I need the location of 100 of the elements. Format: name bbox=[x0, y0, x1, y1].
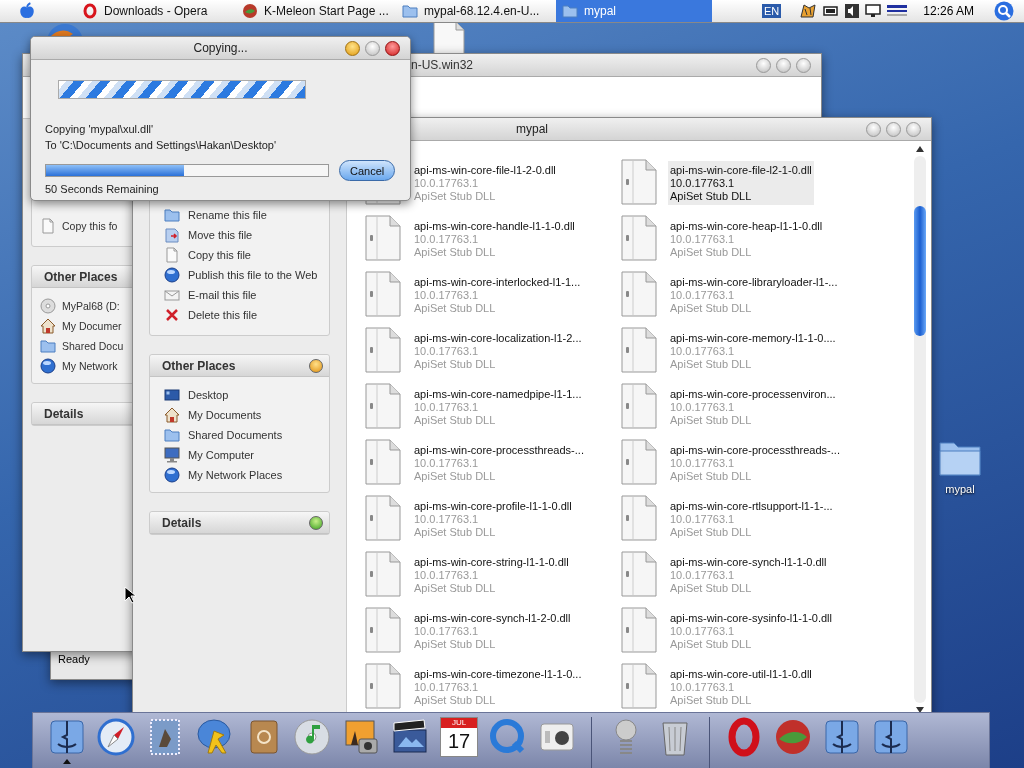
file-icon[interactable] bbox=[365, 271, 401, 317]
folder-icon bbox=[40, 338, 56, 354]
task-link[interactable]: Copy this file bbox=[188, 249, 251, 261]
panel-heading: Details bbox=[162, 515, 202, 530]
speaker-icon[interactable] bbox=[845, 4, 860, 18]
close-button[interactable] bbox=[385, 41, 400, 56]
file-icon[interactable] bbox=[365, 327, 401, 373]
file-label[interactable]: api-ms-win-core-processthreads-... 10.0.17763.1 ApiSet Stub DLL bbox=[412, 441, 586, 485]
file-icon[interactable] bbox=[365, 215, 401, 261]
file-label[interactable]: api-ms-win-core-processenviron... 10.0.17763.1 ApiSet Stub DLL bbox=[668, 385, 838, 429]
file-label[interactable]: api-ms-win-core-file-l1-2-0.dll 10.0.17763.1 ApiSet Stub DLL bbox=[412, 161, 558, 205]
file-label[interactable]: api-ms-win-core-processthreads-... 10.0.17763.1 ApiSet Stub DLL bbox=[668, 441, 842, 485]
file-label[interactable]: api-ms-win-core-profile-l1-1-0.dll 10.0.17763.1 ApiSet Stub DLL bbox=[412, 497, 574, 541]
file-label[interactable]: api-ms-win-core-interlocked-l1-1... 10.0.17763.1 ApiSet Stub DLL bbox=[412, 273, 583, 317]
file-icon[interactable] bbox=[365, 607, 401, 653]
file-label[interactable]: api-ms-win-core-handle-l1-1-0.dll 10.0.17763.1 ApiSet Stub DLL bbox=[412, 217, 577, 261]
task-link[interactable]: E-mail this file bbox=[188, 289, 257, 301]
ball-icon[interactable] bbox=[773, 717, 813, 757]
task-link[interactable]: Move this file bbox=[188, 229, 253, 241]
music-disc-icon[interactable] bbox=[292, 717, 332, 757]
file-icon[interactable] bbox=[621, 327, 657, 373]
file-icon[interactable] bbox=[432, 22, 466, 54]
globe-icon bbox=[40, 358, 56, 374]
expand-button[interactable] bbox=[309, 515, 323, 530]
panel-heading: Other Places bbox=[162, 358, 236, 373]
place-link[interactable]: My Network bbox=[62, 360, 118, 372]
face-icon[interactable] bbox=[47, 717, 87, 757]
zoom-button[interactable] bbox=[365, 41, 380, 56]
face-icon[interactable] bbox=[871, 717, 911, 757]
minimize-button[interactable] bbox=[866, 122, 881, 137]
monitor-icon[interactable] bbox=[865, 4, 882, 18]
file-icon[interactable] bbox=[365, 495, 401, 541]
file-icon[interactable] bbox=[621, 215, 657, 261]
cancel-button[interactable]: Cancel bbox=[339, 160, 395, 181]
file-icon[interactable] bbox=[365, 663, 401, 709]
file-label[interactable]: api-ms-win-core-localization-l1-2... 10.0.17763.1 ApiSet Stub DLL bbox=[412, 329, 584, 373]
source-text: Copying 'mypal\xul.dll' bbox=[45, 122, 155, 137]
calendar-icon[interactable]: JUL 17 bbox=[440, 717, 478, 757]
taskbar-button[interactable]: K-Meleon Start Page ... bbox=[236, 0, 392, 22]
zoom-button[interactable] bbox=[776, 58, 791, 73]
place-link[interactable]: My Documer bbox=[62, 320, 122, 332]
file-icon[interactable] bbox=[621, 439, 657, 485]
compass-icon[interactable] bbox=[96, 717, 136, 757]
place-link[interactable]: MyPal68 (D: bbox=[62, 300, 120, 312]
file-label[interactable]: api-ms-win-core-string-l1-1-0.dll 10.0.17763.1 ApiSet Stub DLL bbox=[412, 553, 571, 597]
file-label[interactable]: api-ms-win-core-synch-l1-1-0.dll 10.0.17763.1 ApiSet Stub DLL bbox=[668, 553, 829, 597]
minimize-button[interactable] bbox=[345, 41, 360, 56]
taskbar-button[interactable]: mypal-68.12.4.en-U... bbox=[396, 0, 552, 22]
file-label[interactable]: api-ms-win-core-synch-l1-2-0.dll 10.0.17763.1 ApiSet Stub DLL bbox=[412, 609, 573, 653]
task-link[interactable]: Rename this file bbox=[188, 209, 267, 221]
desktop-icon bbox=[164, 387, 180, 403]
file-icon[interactable] bbox=[365, 551, 401, 597]
scrollbar[interactable] bbox=[912, 145, 928, 714]
file-label[interactable]: api-ms-win-core-namedpipe-l1-1... 10.0.17763.1 ApiSet Stub DLL bbox=[412, 385, 584, 429]
file-label[interactable]: api-ms-win-core-memory-l1-1-0.... 10.0.17763.1 ApiSet Stub DLL bbox=[668, 329, 838, 373]
file-label[interactable]: api-ms-win-core-heap-l1-1-0.dll 10.0.17763.1 ApiSet Stub DLL bbox=[668, 217, 825, 261]
file-icon[interactable] bbox=[365, 383, 401, 429]
zoom-button[interactable] bbox=[886, 122, 901, 137]
file-label[interactable]: api-ms-win-core-timezone-l1-1-0... 10.0.17763.1 ApiSet Stub DLL bbox=[412, 665, 584, 709]
place-link[interactable]: Desktop bbox=[188, 389, 229, 401]
file-icon[interactable] bbox=[621, 159, 657, 205]
minimize-button[interactable] bbox=[756, 58, 771, 73]
file-icon[interactable] bbox=[621, 607, 657, 653]
icon-label[interactable]: mypal bbox=[945, 483, 975, 495]
taskbar-button[interactable]: mypal bbox=[556, 0, 712, 22]
search-icon[interactable] bbox=[994, 1, 1014, 21]
file-icon[interactable] bbox=[365, 439, 401, 485]
place-link[interactable]: My Documents bbox=[188, 409, 262, 421]
file-icon[interactable] bbox=[621, 383, 657, 429]
place-link[interactable]: Shared Docu bbox=[62, 340, 124, 352]
place-link[interactable]: My Network Places bbox=[188, 469, 283, 481]
chat-bubble-icon[interactable] bbox=[194, 717, 234, 757]
taskbar-button[interactable]: Downloads - Opera bbox=[76, 0, 232, 22]
file-label[interactable]: api-ms-win-core-file-l2-1-0.dll 10.0.17763.1 ApiSet Stub DLL bbox=[668, 161, 814, 205]
file-label[interactable]: api-ms-win-core-libraryloader-l1-... 10.0.17763.1 ApiSet Stub DLL bbox=[668, 273, 840, 317]
collapse-button[interactable] bbox=[309, 358, 323, 373]
file-icon[interactable] bbox=[621, 495, 657, 541]
tiger-icon[interactable] bbox=[799, 3, 818, 19]
language-indicator[interactable]: EN bbox=[762, 4, 782, 18]
file-icon[interactable] bbox=[621, 551, 657, 597]
file-label[interactable]: api-ms-win-core-sysinfo-l1-1-0.dll 10.0.17763.1 ApiSet Stub DLL bbox=[668, 609, 834, 653]
place-link[interactable]: Shared Documents bbox=[188, 429, 283, 441]
flag-icon[interactable] bbox=[887, 5, 908, 17]
file-icon[interactable] bbox=[621, 271, 657, 317]
clock[interactable]: 12:26 AM bbox=[923, 4, 974, 18]
face-icon[interactable] bbox=[822, 717, 862, 757]
folder-icon bbox=[402, 3, 418, 19]
scroll-up-icon[interactable] bbox=[915, 145, 925, 153]
task-link[interactable]: Delete this file bbox=[188, 309, 258, 321]
scroll-thumb[interactable] bbox=[914, 206, 926, 336]
apple-icon[interactable] bbox=[18, 2, 36, 20]
file-label[interactable]: api-ms-win-core-rtlsupport-l1-1-... 10.0.17763.1 ApiSet Stub DLL bbox=[668, 497, 835, 541]
file-label[interactable]: api-ms-win-core-util-l1-1-0.dll 10.0.17763.1 ApiSet Stub DLL bbox=[668, 665, 814, 709]
file-icon[interactable] bbox=[621, 663, 657, 709]
task-link[interactable]: Publish this file to the Web bbox=[188, 269, 318, 281]
scroll-down-icon[interactable] bbox=[915, 706, 925, 714]
battery-icon[interactable] bbox=[823, 4, 840, 18]
globe-icon bbox=[164, 467, 180, 483]
place-link[interactable]: My Computer bbox=[188, 449, 255, 461]
task-link[interactable]: Copy this fo bbox=[62, 220, 118, 232]
